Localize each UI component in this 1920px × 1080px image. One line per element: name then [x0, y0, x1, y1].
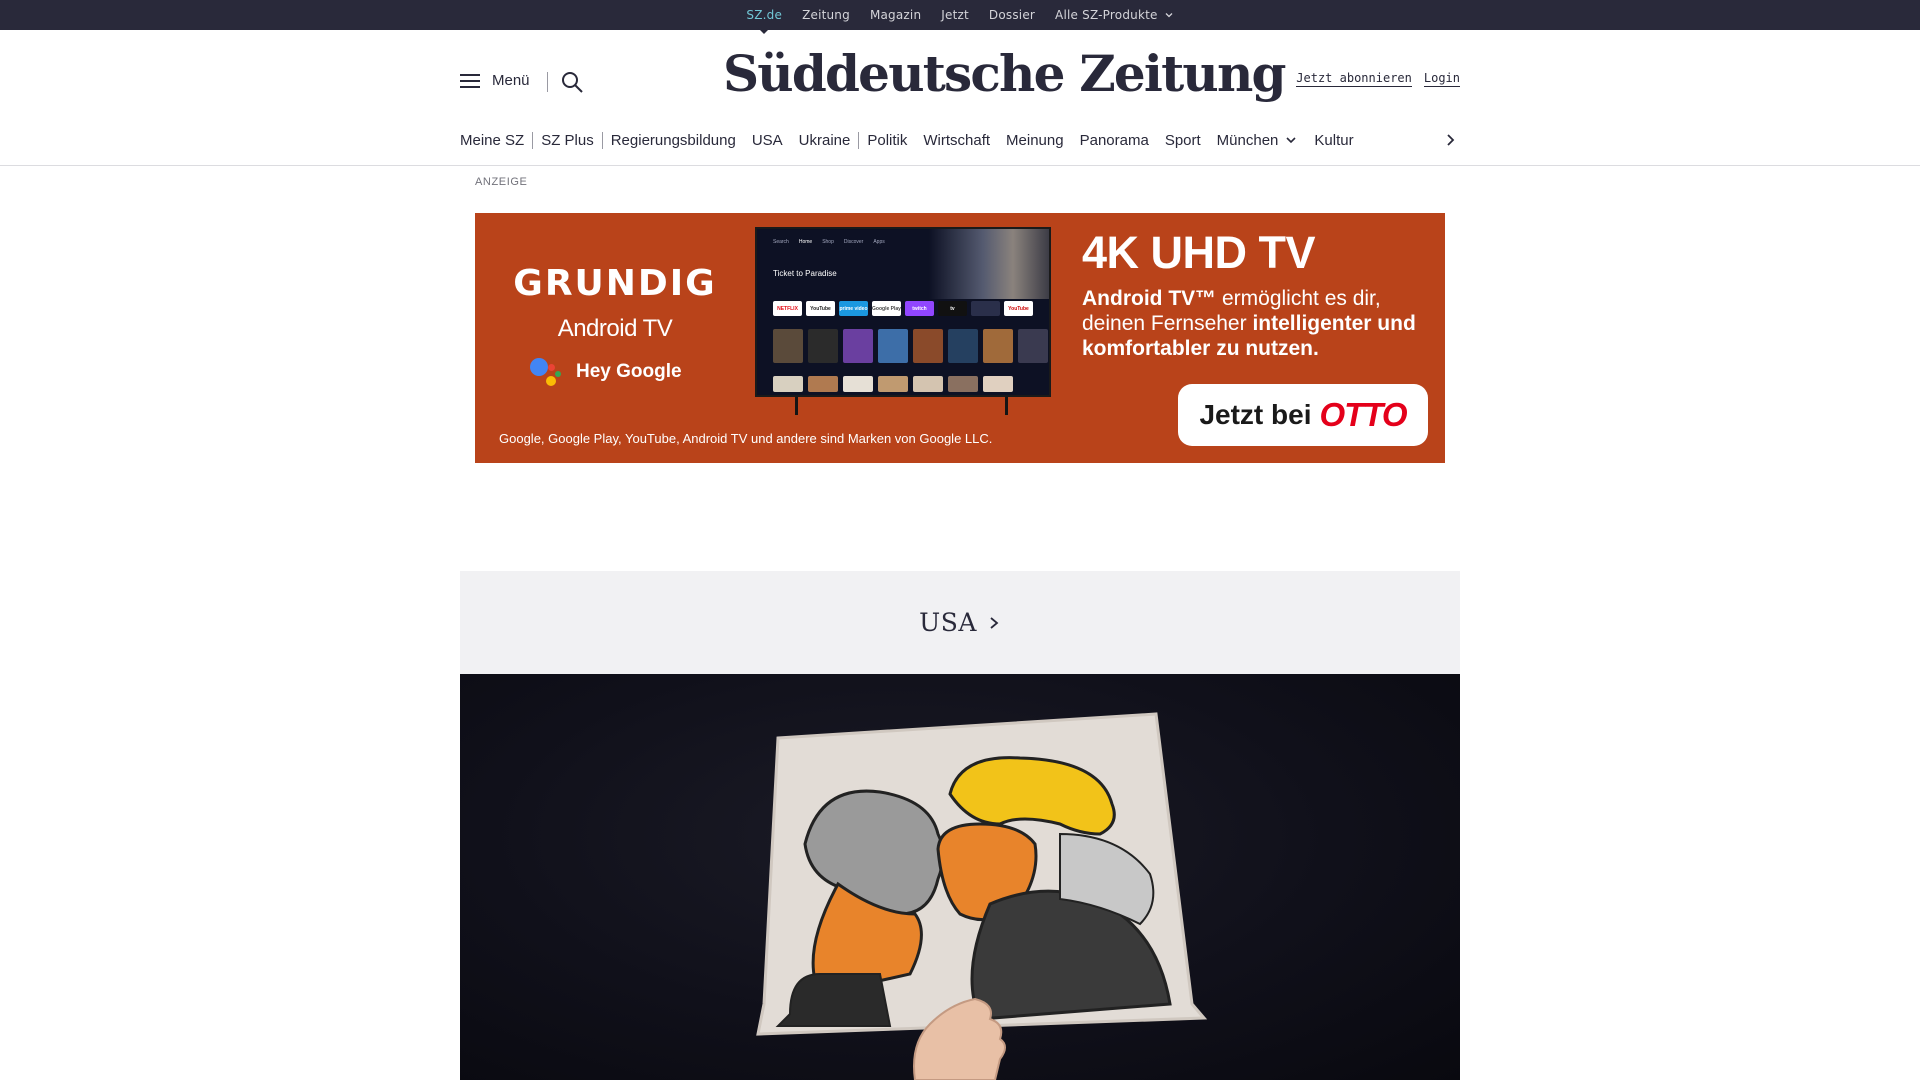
- ad-disclaimer: Google, Google Play, YouTube, Android TV…: [499, 431, 993, 446]
- ad-brand-logo: GRUNDIG: [513, 263, 717, 304]
- chevron-right-icon: [990, 616, 999, 629]
- product-link-all-products[interactable]: Alle SZ-Produkte: [1055, 8, 1174, 22]
- chevron-down-icon: [1286, 137, 1296, 144]
- tv-app-row: NETFLIX YouTube prime video Google Play …: [773, 301, 1033, 316]
- nav-item-wirtschaft[interactable]: Wirtschaft: [915, 132, 998, 149]
- product-link-zeitung[interactable]: Zeitung: [802, 8, 850, 22]
- nav-item-sz-plus[interactable]: SZ Plus: [533, 132, 602, 149]
- nav-item-muenchen-label: München: [1216, 131, 1279, 149]
- tv-app-tile: twitch: [905, 301, 934, 316]
- site-header: Menü Süddeutsche Zeitung Jetzt abonniere…: [460, 30, 1460, 134]
- ad-cta-button[interactable]: Jetzt bei OTTO: [1178, 384, 1428, 446]
- hey-google-label: Hey Google: [576, 361, 682, 382]
- menu-button[interactable]: Menü: [460, 72, 530, 89]
- tv-ui-title: Ticket to Paradise: [773, 269, 837, 278]
- tv-app-tile: YouTube: [806, 301, 835, 316]
- tv-poster-row: [773, 329, 1048, 363]
- tv-tab: Discover: [843, 239, 864, 245]
- tv-app-tile: [971, 301, 1000, 316]
- tv-app-tile: tv: [938, 301, 967, 316]
- tv-ui-tabs: Search Home Shop Discover Apps: [773, 239, 885, 245]
- nav-item-regierungsbildung[interactable]: Regierungsbildung: [603, 132, 744, 149]
- ad-copy-bold-1: Android TV™: [1082, 287, 1217, 310]
- ad-label: ANZEIGE: [475, 176, 528, 188]
- tv-tab: Shop: [822, 239, 834, 245]
- nav-item-usa[interactable]: USA: [744, 132, 791, 149]
- tv-app-tile: Google Play: [872, 301, 901, 316]
- google-assistant-icon: [530, 356, 566, 388]
- hamburger-icon: [460, 73, 480, 88]
- tv-tab: Search: [773, 239, 789, 245]
- nav-item-meinung[interactable]: Meinung: [998, 132, 1072, 149]
- product-bar: SZ.de Zeitung Magazin Jetzt Dossier Alle…: [0, 0, 1920, 34]
- ad-banner[interactable]: GRUNDIG Android TV Hey Google Search Hom…: [475, 213, 1445, 463]
- search-icon[interactable]: [560, 70, 584, 94]
- product-link-magazin[interactable]: Magazin: [870, 8, 921, 22]
- nav-item-muenchen[interactable]: München: [1209, 132, 1307, 149]
- tv-app-tile: prime video: [839, 301, 868, 316]
- ad-cta-prefix: Jetzt bei: [1199, 399, 1312, 430]
- login-link[interactable]: Login: [1423, 71, 1460, 87]
- android-tv-logo: Android TV: [557, 315, 673, 342]
- nav-item-kultur[interactable]: Kultur: [1306, 132, 1361, 149]
- tv-tab: Home: [798, 239, 813, 245]
- nav-item-ukraine[interactable]: Ukraine: [791, 132, 859, 149]
- site-logo[interactable]: Süddeutsche Zeitung: [723, 44, 1286, 103]
- otto-logo: OTTO: [1319, 396, 1407, 433]
- tv-stand-right: [1005, 397, 1008, 415]
- hero-image[interactable]: [460, 674, 1460, 1080]
- tv-product-image: Search Home Shop Discover Apps Ticket to…: [755, 227, 1051, 397]
- all-products-label: Alle SZ-Produkte: [1055, 8, 1158, 22]
- nav-item-panorama[interactable]: Panorama: [1072, 132, 1157, 149]
- hey-google-badge: Hey Google: [530, 356, 682, 388]
- nav-item-meine-sz[interactable]: Meine SZ: [460, 132, 532, 149]
- tv-stand-left: [795, 397, 798, 415]
- product-link-szde[interactable]: SZ.de: [746, 8, 782, 34]
- menu-label: Menü: [492, 72, 530, 89]
- chevron-down-icon: [1165, 13, 1173, 18]
- section-header: USA: [460, 571, 1460, 674]
- nav-item-politik[interactable]: Politik: [859, 132, 915, 149]
- product-link-dossier[interactable]: Dossier: [989, 8, 1035, 22]
- tv-hero-scene: [929, 229, 1049, 299]
- nav-item-sport[interactable]: Sport: [1157, 132, 1209, 149]
- tv-poster-row: [773, 376, 1013, 392]
- chevron-right-icon[interactable]: [1440, 130, 1460, 150]
- section-title: USA: [919, 608, 977, 637]
- header-actions: Jetzt abonnieren Login: [1296, 71, 1460, 87]
- section-link-usa[interactable]: USA: [919, 608, 1001, 637]
- tv-app-tile: NETFLIX: [773, 301, 802, 316]
- protest-placard-image: [756, 712, 1208, 1080]
- ad-copy: Android TV™ ermöglicht es dir, deinen Fe…: [1082, 286, 1432, 361]
- ad-headline: 4K UHD TV: [1082, 227, 1316, 278]
- product-link-jetzt[interactable]: Jetzt: [941, 8, 969, 22]
- department-nav: Meine SZ SZ Plus Regierungsbildung USA U…: [0, 126, 1920, 166]
- header-divider: [547, 72, 548, 92]
- tv-app-tile: YouTube: [1004, 301, 1033, 316]
- subscribe-link[interactable]: Jetzt abonnieren: [1296, 71, 1412, 87]
- tv-tab: Apps: [873, 239, 885, 245]
